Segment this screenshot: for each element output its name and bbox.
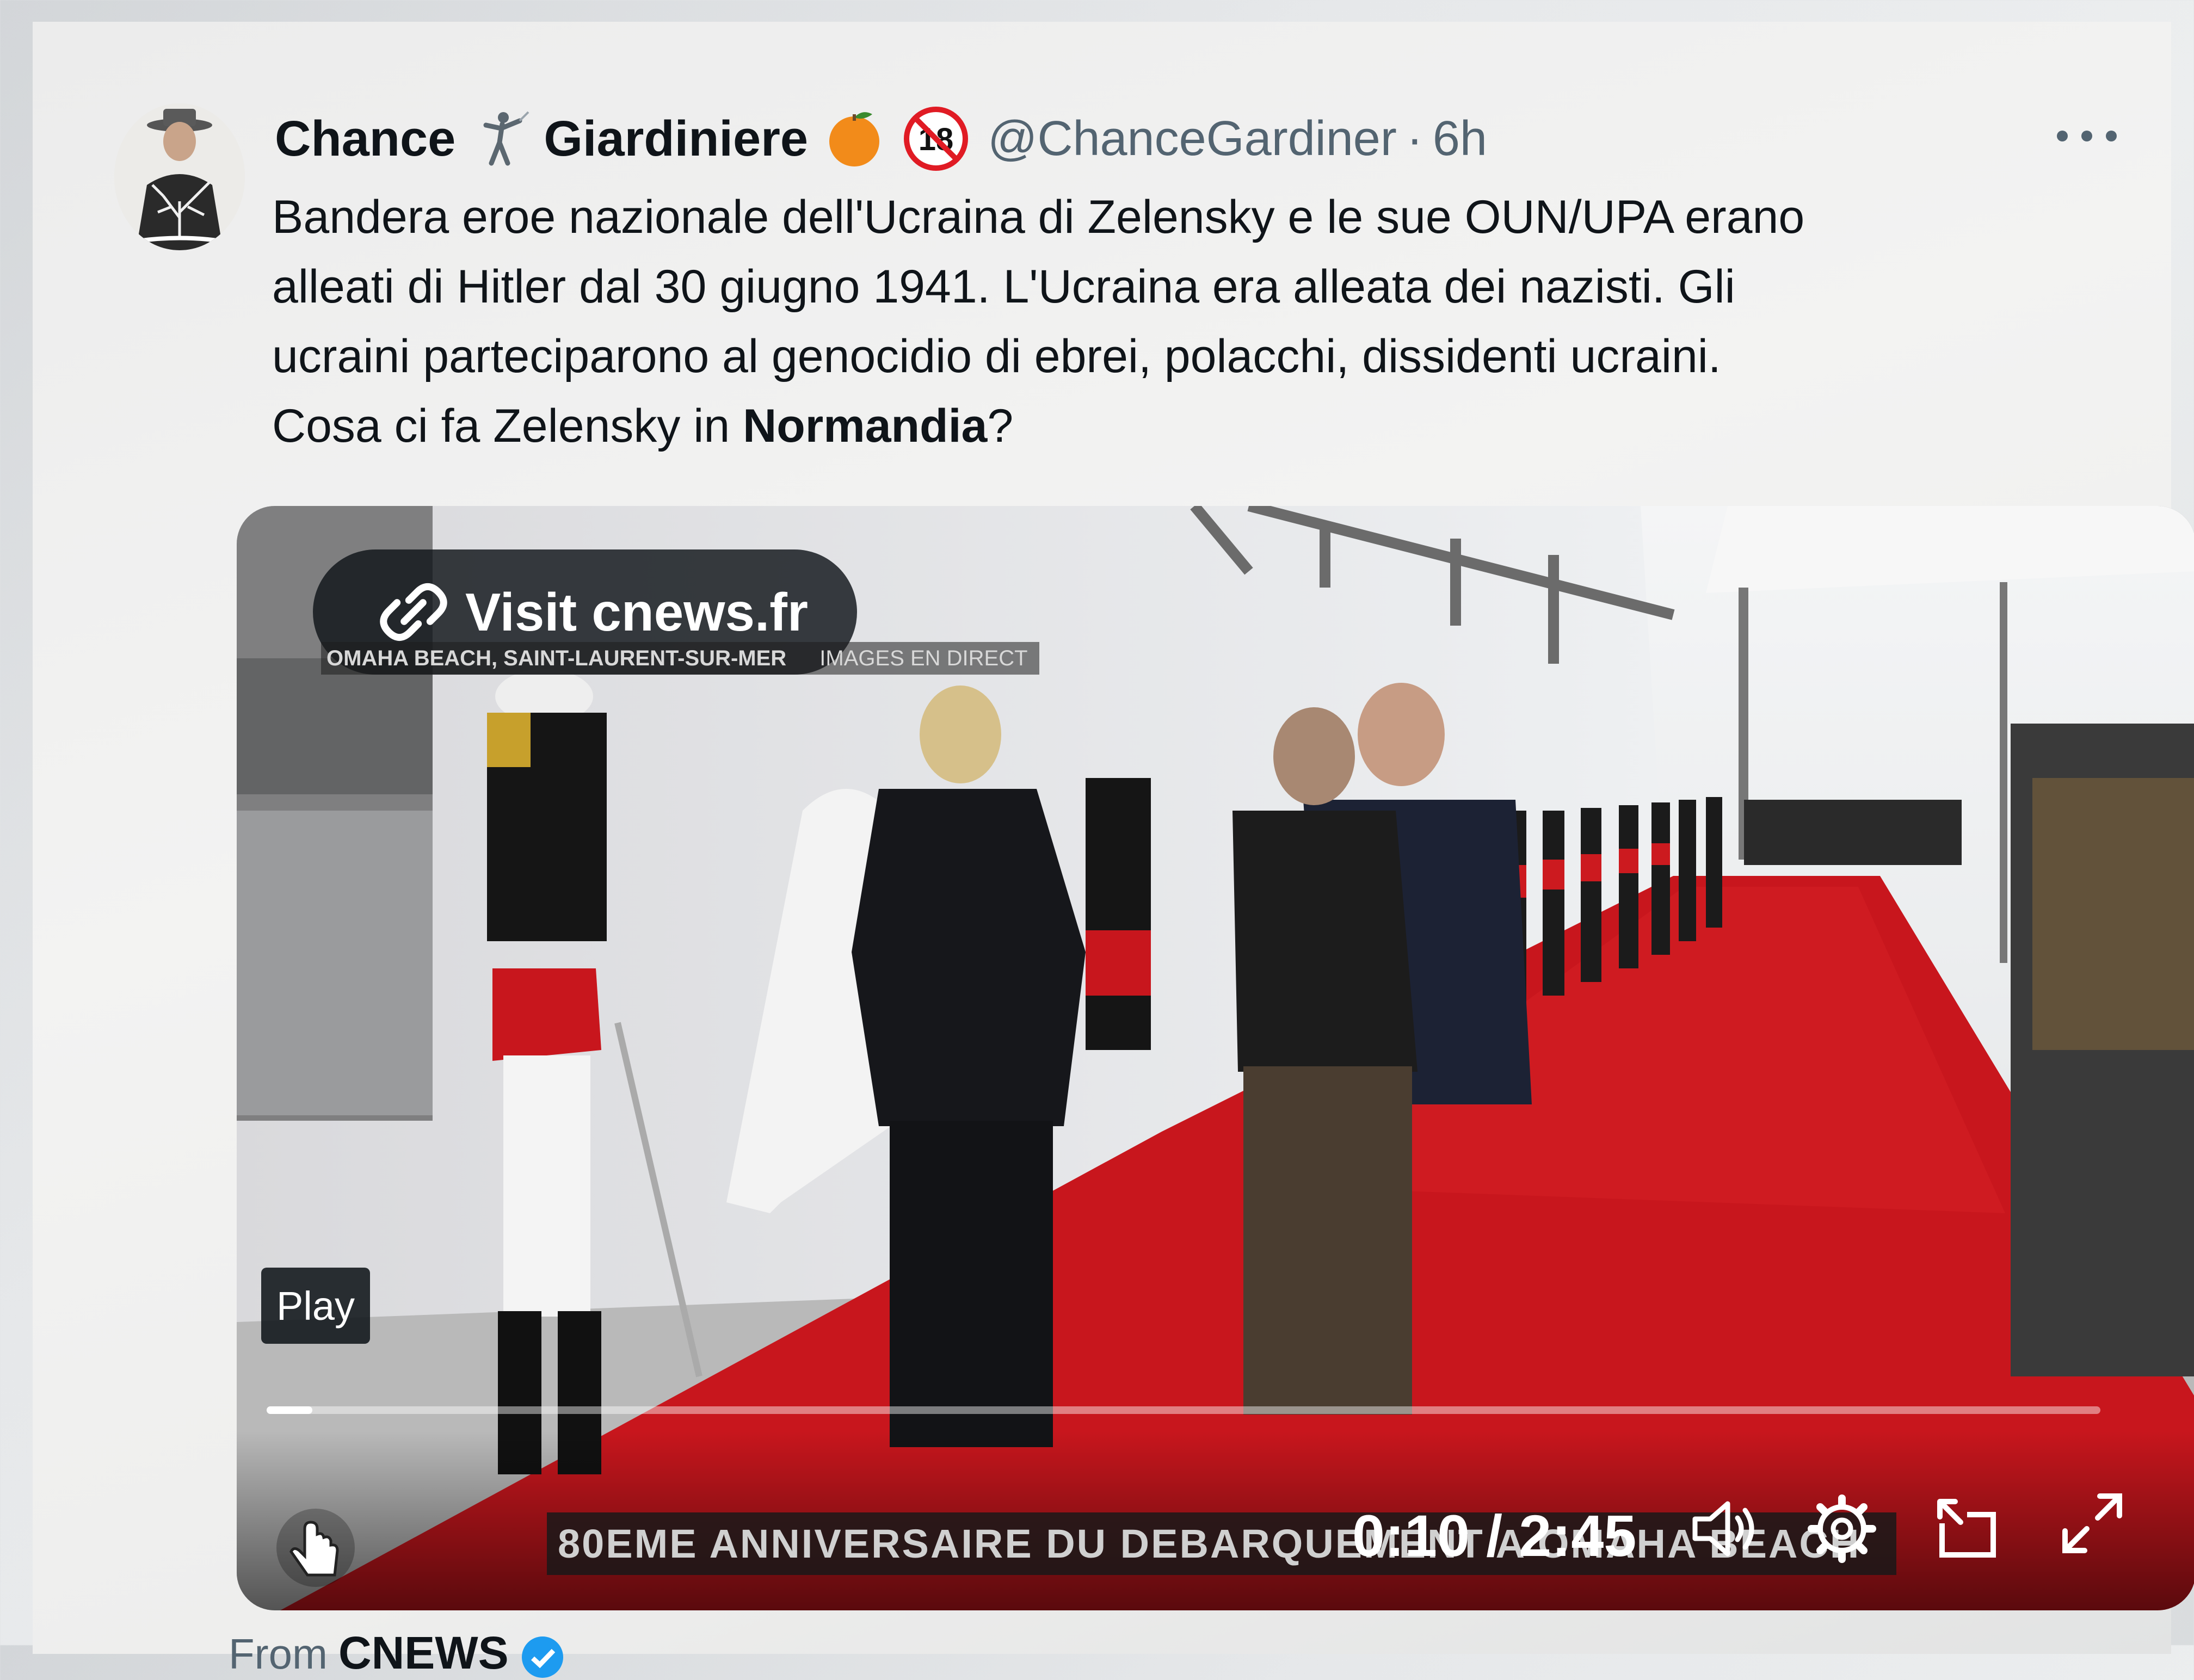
volume-icon[interactable] xyxy=(1684,1491,1760,1567)
visit-link-label: Visit cnews.fr xyxy=(465,582,809,642)
orange-emoji-icon xyxy=(824,109,884,169)
author-handle[interactable]: @ChanceGardiner xyxy=(988,111,1397,167)
no-under-18-emoji-icon: 18 xyxy=(904,107,969,171)
progress-fill xyxy=(267,1406,313,1414)
fullscreen-icon[interactable] xyxy=(2054,1485,2130,1561)
avatar[interactable] xyxy=(114,103,245,250)
hashtag-normandia[interactable]: Normandia xyxy=(743,400,987,452)
fencer-emoji-icon xyxy=(470,109,529,169)
live-label: IMAGES EN DIRECT xyxy=(819,646,1028,670)
author-name-2[interactable]: Giardiniere xyxy=(544,110,808,168)
video-player[interactable]: Visit cnews.fr OMAHA BEACH, SAINT-LAUREN… xyxy=(237,506,2194,1610)
post-text: Bandera eroe nazionale dell'Ucraina di Z… xyxy=(272,182,2068,461)
location-text: OMAHA BEACH, SAINT-LAURENT-SUR-MER xyxy=(326,646,787,670)
source-name[interactable]: CNEWS xyxy=(338,1627,509,1678)
broadcast-location-strip: OMAHA BEACH, SAINT-LAURENT-SUR-MER IMAGE… xyxy=(321,642,1039,675)
link-icon xyxy=(380,583,447,641)
header-separator: · xyxy=(1406,111,1423,166)
progress-bar[interactable] xyxy=(267,1406,2100,1414)
picture-in-picture-icon[interactable] xyxy=(1929,1491,2005,1567)
video-source: From CNEWS xyxy=(229,1627,565,1680)
post-header: Chance Giardiniere 18 @ChanceGardiner xyxy=(275,103,1487,174)
verified-badge-icon xyxy=(521,1636,563,1678)
post-timestamp[interactable]: 6h xyxy=(1433,111,1487,167)
screen: Chance Giardiniere 18 @ChanceGardiner xyxy=(33,22,2194,1678)
post-text-line: Bandera eroe nazionale dell'Ucraina di Z… xyxy=(272,191,1805,243)
post-text-line: alleati di Hitler dal 30 giugno 1941. L'… xyxy=(272,261,1735,313)
post-text-segment: ? xyxy=(987,400,1014,452)
hand-cursor-icon[interactable] xyxy=(275,1507,356,1589)
from-label: From xyxy=(229,1630,328,1678)
settings-gear-icon[interactable] xyxy=(1804,1491,1880,1567)
author-name[interactable]: Chance xyxy=(275,110,455,168)
time-display: 0:10 / 2:45 xyxy=(1352,1503,1637,1568)
more-options-icon[interactable] xyxy=(2057,120,2117,152)
post-text-line: Cosa ci fa Zelensky in Normandia? xyxy=(272,391,2068,461)
post-text-segment: Cosa ci fa Zelensky in xyxy=(272,400,743,452)
avatar-image xyxy=(114,103,245,250)
play-button[interactable]: Play xyxy=(261,1268,370,1344)
post-text-line: ucraini parteciparono al genocidio di eb… xyxy=(272,330,1721,382)
